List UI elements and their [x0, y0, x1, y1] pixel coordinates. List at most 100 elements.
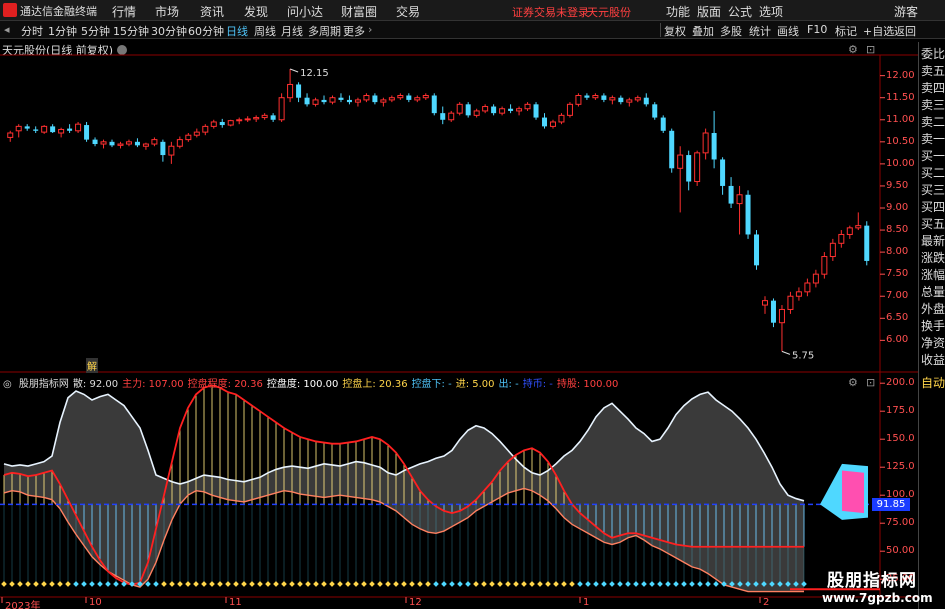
candle-body [864, 225, 870, 261]
low-price-label: 5.75 [792, 350, 814, 361]
candle-body [253, 117, 260, 120]
candle-body [821, 256, 828, 275]
candle-body [694, 152, 701, 183]
osc-marker [673, 581, 679, 587]
osc-marker [505, 581, 511, 587]
candle-body [804, 282, 811, 293]
osc-marker [393, 581, 399, 587]
sidebar-item-2[interactable]: 卖四 [921, 80, 945, 96]
osc-marker [609, 581, 615, 587]
sidebar-item-12[interactable]: 涨跌 [921, 250, 945, 266]
candle-body [321, 99, 327, 103]
osc-marker [385, 581, 391, 587]
osc-marker [489, 581, 495, 587]
sidebar-item-5[interactable]: 卖一 [921, 131, 945, 147]
osc-tick-label: 75.00 [886, 517, 915, 529]
chart-canvas[interactable]: 12.15 5.75 [0, 0, 918, 609]
candle-body [754, 234, 760, 266]
candle-body [711, 133, 717, 160]
sidebar-item-18[interactable]: 收益 [921, 352, 945, 368]
price-tick-label: 10.00 [886, 157, 915, 169]
high-pointer [289, 68, 299, 73]
candle-body [346, 99, 352, 103]
sidebar-item-15[interactable]: 外盘 [921, 301, 945, 317]
candle-body [406, 95, 412, 100]
candle-body [142, 143, 149, 147]
oscillator-value-0: 散: 92.00 [72, 379, 119, 390]
candle-body [652, 104, 658, 118]
osc-marker [57, 581, 63, 587]
candle-body [50, 126, 56, 133]
candle-body [440, 113, 446, 120]
sidebar-item-3[interactable]: 卖三 [921, 97, 945, 113]
osc-marker [593, 581, 599, 587]
candle-body [261, 114, 268, 119]
sidebar-item-16[interactable]: 换手 [921, 318, 945, 334]
sidebar-item-7[interactable]: 买二 [921, 165, 945, 181]
candle-body [287, 83, 294, 99]
candle-body [465, 104, 471, 116]
sidebar-item-1[interactable]: 卖五 [921, 63, 945, 79]
sidebar-item-4[interactable]: 卖二 [921, 114, 945, 130]
sidebar-item-0[interactable]: 委比 [921, 46, 945, 62]
price-tick-label: 8.50 [886, 224, 909, 236]
osc-marker [401, 581, 407, 587]
sidebar-item-6[interactable]: 买一 [921, 148, 945, 164]
price-tick-label: 11.50 [886, 91, 915, 103]
osc-marker [321, 581, 327, 587]
date-tick-label: 1 [583, 597, 590, 608]
osc-marker [521, 581, 527, 587]
candle-body [109, 141, 115, 146]
sidebar-item-8[interactable]: 买三 [921, 182, 945, 198]
osc-marker [409, 581, 415, 587]
candle-body [592, 95, 599, 99]
osc-marker [513, 581, 519, 587]
osc-marker [633, 581, 639, 587]
candle-body [702, 132, 709, 154]
osc-marker [713, 581, 719, 587]
osc-marker [553, 581, 559, 587]
osc-marker [225, 581, 231, 587]
price-tick-label: 7.50 [886, 268, 909, 280]
candle-body [414, 97, 421, 101]
osc-marker [113, 581, 119, 587]
price-tick-label: 7.00 [886, 290, 909, 302]
oscillator-current-value: 91.85 [872, 498, 910, 512]
osc-marker [73, 581, 79, 587]
osc-marker [177, 581, 183, 587]
candle-body [58, 128, 65, 134]
candle-body [778, 308, 785, 324]
sidebar-item-14[interactable]: 总量 [921, 284, 945, 300]
sidebar-auto[interactable]: 自动 [921, 375, 945, 391]
candle-body [100, 141, 107, 145]
osc-marker [313, 581, 319, 587]
sidebar-item-10[interactable]: 买五 [921, 216, 945, 232]
osc-marker [689, 581, 695, 587]
quote-sidebar: 委比 卖五 卖四 卖三 卖二 卖一 买一 买二 买三 买四 买五 最新 涨跌 涨幅 总量 外盘 换手 净资 收益自动 [918, 42, 945, 609]
candle-body [202, 125, 209, 133]
sidebar-item-13[interactable]: 涨幅 [921, 267, 945, 283]
candle-body [270, 115, 276, 120]
watermark-title: 股朋指标网 [827, 571, 917, 591]
osc-marker [89, 581, 95, 587]
sidebar-item-17[interactable]: 净资 [921, 335, 945, 351]
candle-body [558, 114, 565, 123]
osc-marker [297, 581, 303, 587]
osc-marker [337, 581, 343, 587]
osc-marker [1, 581, 7, 587]
sidebar-item-9[interactable]: 买四 [921, 199, 945, 215]
candle-body [278, 97, 285, 121]
oscillator-name[interactable]: ◎ [3, 379, 15, 390]
candle-body [549, 121, 556, 127]
high-price-label: 12.15 [300, 68, 329, 79]
osc-marker [201, 581, 207, 587]
watermark: 股朋指标网 www.7gpzb.com [822, 566, 933, 605]
oscillator-value-7: 出: - [498, 379, 519, 390]
event-marker[interactable]: 解 [86, 358, 98, 373]
osc-marker [361, 581, 367, 587]
osc-marker [41, 581, 47, 587]
osc-marker [601, 581, 607, 587]
oscillator-value-2: 控盘程度: 20.36 [187, 379, 263, 390]
sidebar-item-11[interactable]: 最新 [921, 233, 945, 249]
osc-marker [17, 581, 23, 587]
